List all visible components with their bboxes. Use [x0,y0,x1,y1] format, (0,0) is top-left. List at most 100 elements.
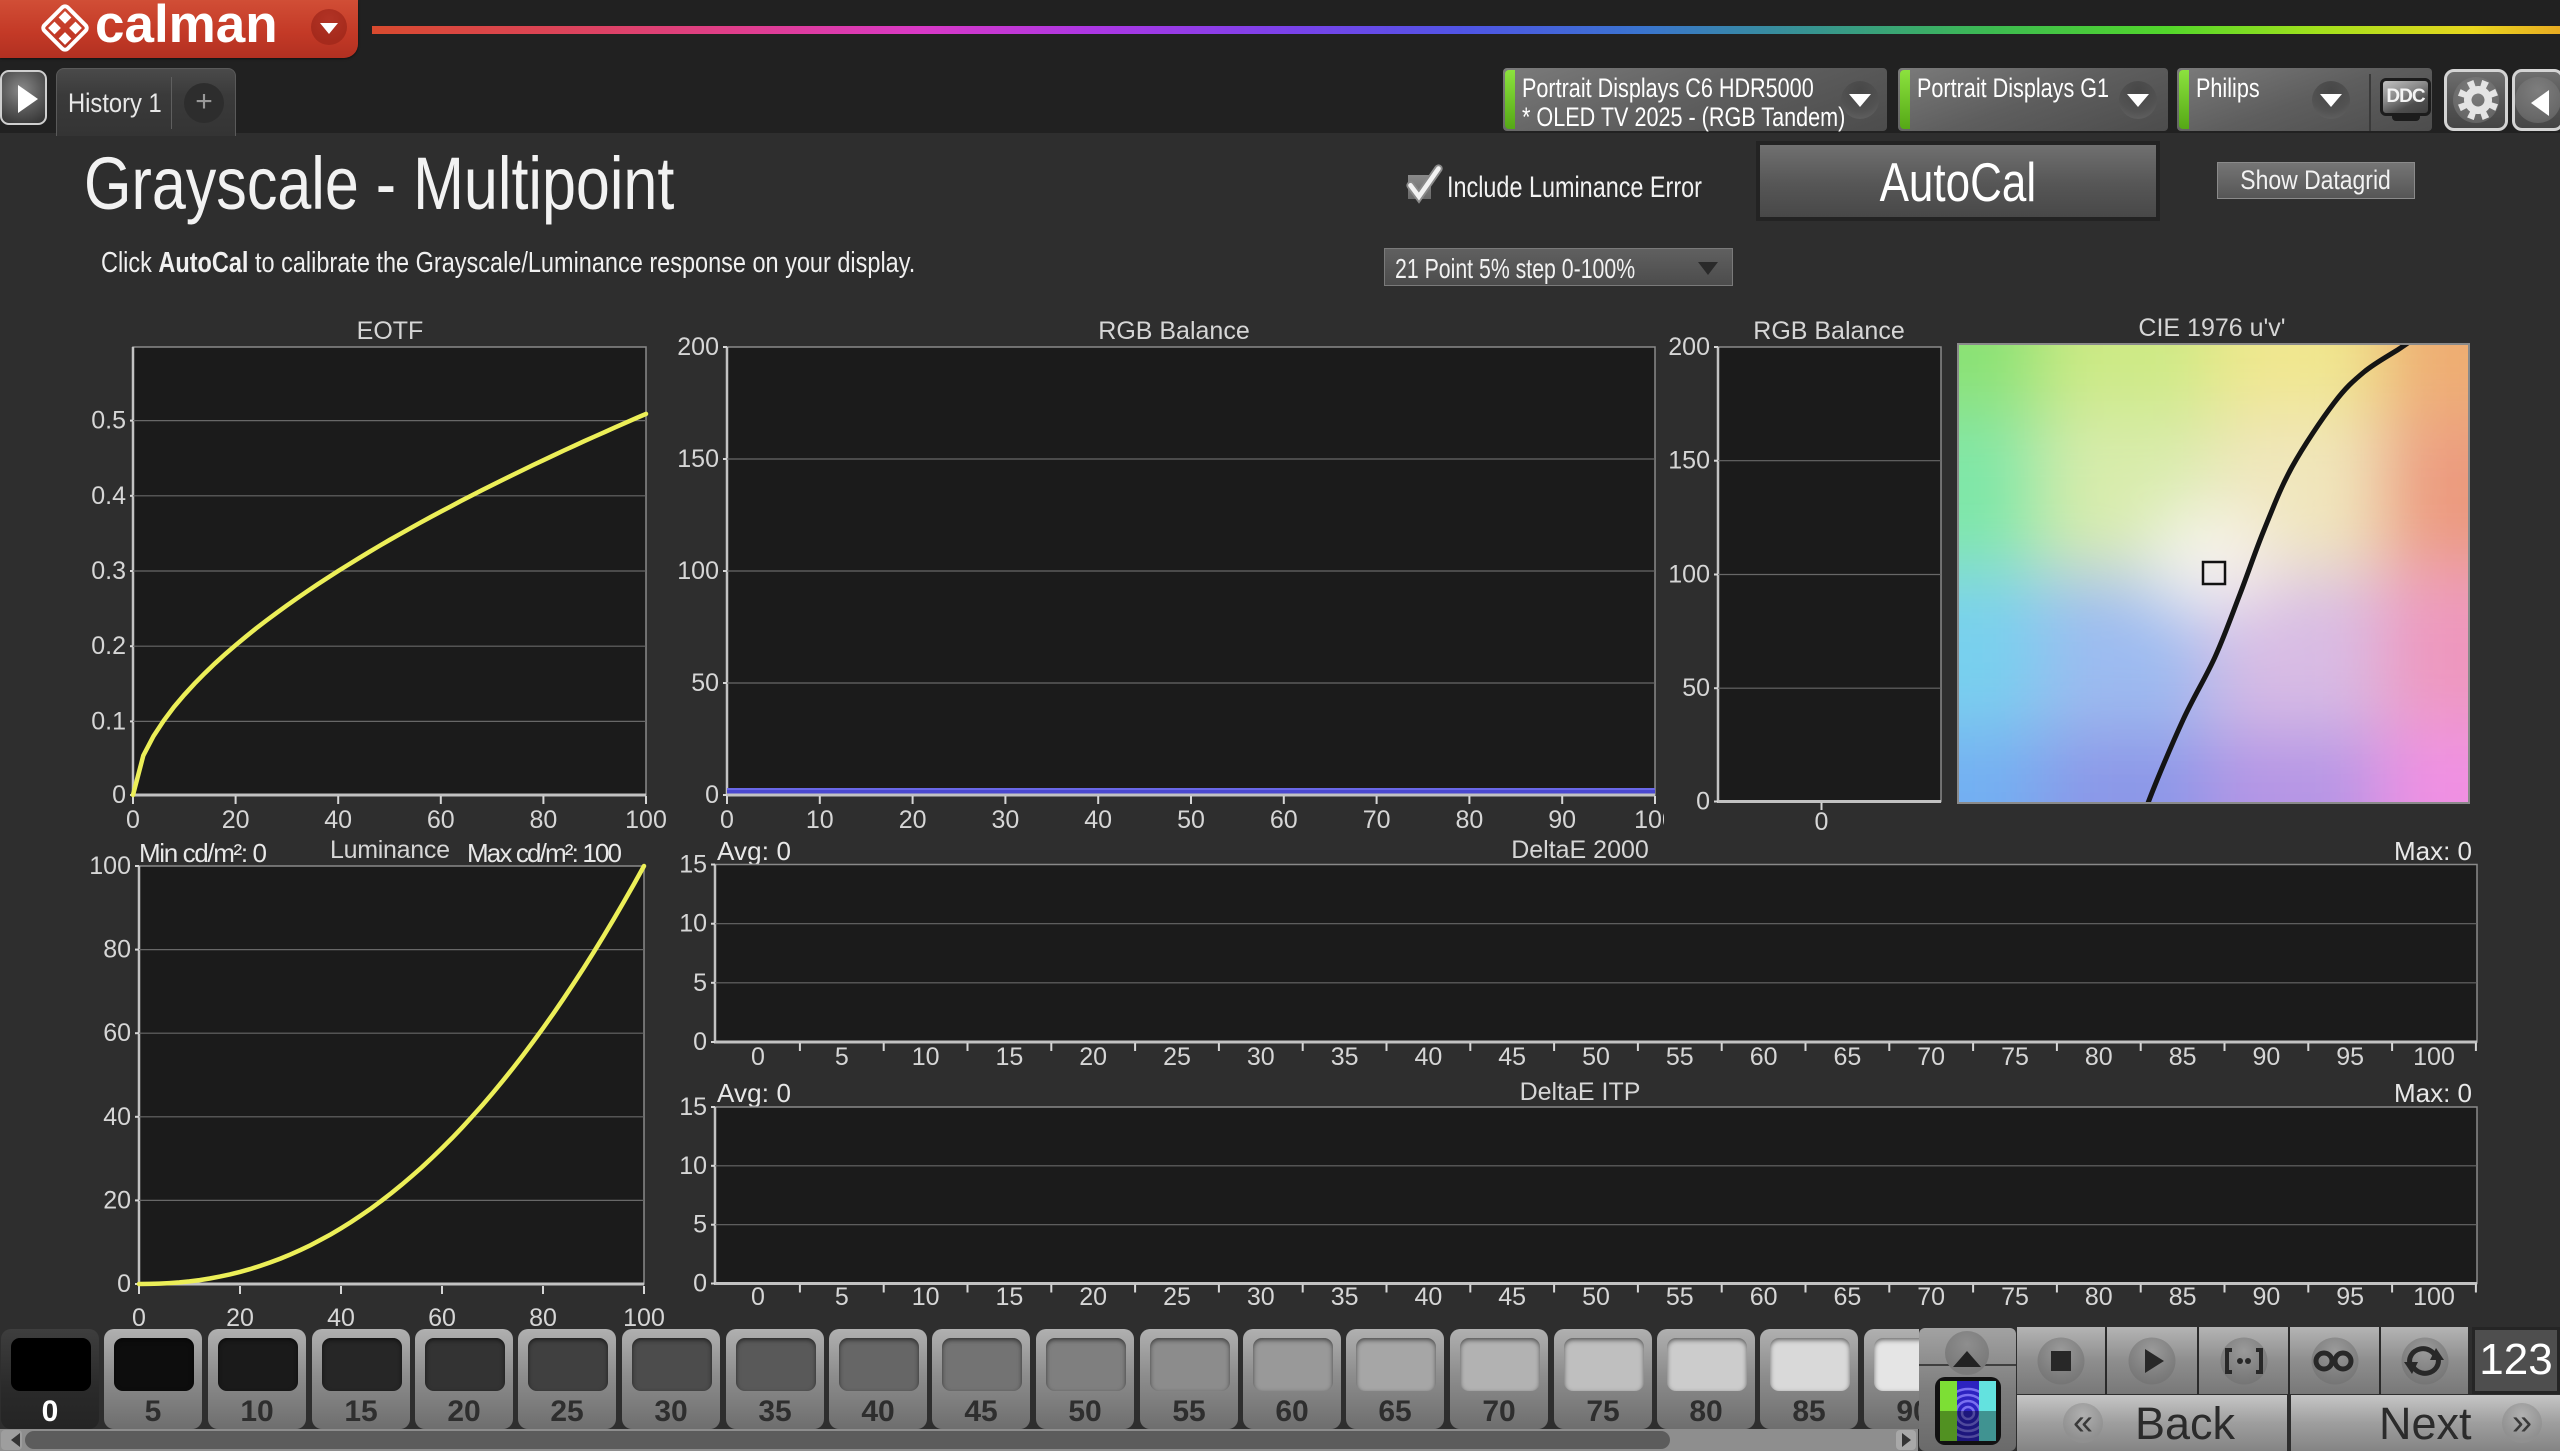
svg-text:90: 90 [2252,1043,2280,1071]
svg-text:0.5: 0.5 [91,407,126,435]
svg-text:30: 30 [991,806,1019,834]
svg-text:DeltaE ITP: DeltaE ITP [1520,1078,1641,1106]
svg-text:10: 10 [912,1283,940,1311]
svg-text:0.2: 0.2 [91,632,126,660]
svg-text:40: 40 [324,806,352,834]
svg-text:15: 15 [679,851,707,879]
svg-text:55: 55 [1666,1283,1694,1311]
svg-text:5: 5 [835,1043,849,1071]
svg-text:0: 0 [693,1028,707,1056]
svg-text:95: 95 [2336,1043,2364,1071]
svg-text:10: 10 [806,806,834,834]
svg-text:0: 0 [751,1283,765,1311]
svg-text:100: 100 [625,806,667,834]
svg-text:150: 150 [1668,447,1710,475]
svg-text:80: 80 [1455,806,1483,834]
svg-text:0.4: 0.4 [91,482,126,510]
svg-text:60: 60 [1750,1043,1778,1071]
svg-text:70: 70 [1363,806,1391,834]
svg-text:50: 50 [691,669,719,697]
svg-text:0: 0 [693,1270,707,1298]
svg-text:CIE 1976 u'v': CIE 1976 u'v' [2138,314,2285,342]
svg-text:60: 60 [1270,806,1298,834]
svg-text:20: 20 [1079,1283,1107,1311]
svg-text:10: 10 [679,1152,707,1180]
svg-text:10: 10 [679,910,707,938]
svg-text:15: 15 [679,1093,707,1121]
svg-text:35: 35 [1331,1283,1359,1311]
svg-text:0.1: 0.1 [91,707,126,735]
svg-text:100: 100 [2413,1283,2455,1311]
svg-text:25: 25 [1163,1043,1191,1071]
svg-text:200: 200 [1668,333,1710,361]
svg-text:80: 80 [529,806,557,834]
svg-text:5: 5 [835,1283,849,1311]
svg-text:65: 65 [1833,1043,1861,1071]
svg-text:0: 0 [751,1043,765,1071]
svg-text:5: 5 [693,1211,707,1239]
svg-text:0: 0 [1696,788,1710,816]
svg-text:20: 20 [103,1186,131,1214]
svg-text:40: 40 [103,1103,131,1131]
svg-text:40: 40 [1084,806,1112,834]
svg-text:RGB Balance: RGB Balance [1098,317,1249,345]
svg-text:45: 45 [1498,1043,1526,1071]
svg-text:75: 75 [2001,1043,2029,1071]
svg-text:80: 80 [2085,1283,2113,1311]
svg-text:100: 100 [1668,561,1710,589]
svg-text:40: 40 [1414,1043,1442,1071]
svg-text:20: 20 [222,806,250,834]
svg-text:55: 55 [1666,1043,1694,1071]
svg-text:60: 60 [1750,1283,1778,1311]
svg-text:Min cd/m²: 0: Min cd/m²: 0 [139,838,267,868]
svg-text:200: 200 [677,333,719,361]
svg-text:Avg: 0: Avg: 0 [717,836,791,866]
svg-text:150: 150 [677,445,719,473]
svg-text:Avg: 0: Avg: 0 [717,1078,791,1108]
svg-text:0: 0 [1815,808,1829,836]
svg-text:95: 95 [2336,1283,2364,1311]
svg-text:Max: 0: Max: 0 [2394,1078,2472,1108]
svg-text:0: 0 [112,781,126,809]
svg-text:50: 50 [1682,674,1710,702]
svg-text:30: 30 [1247,1043,1275,1071]
svg-text:Max: 0: Max: 0 [2394,836,2472,866]
svg-text:30: 30 [1247,1283,1275,1311]
svg-text:90: 90 [2252,1283,2280,1311]
svg-text:15: 15 [995,1043,1023,1071]
svg-text:0: 0 [720,806,734,834]
svg-text:75: 75 [2001,1283,2029,1311]
svg-text:15: 15 [995,1283,1023,1311]
svg-text:0: 0 [117,1270,131,1298]
svg-text:45: 45 [1498,1283,1526,1311]
svg-text:20: 20 [899,806,927,834]
svg-text:0: 0 [705,781,719,809]
svg-text:90: 90 [1548,806,1576,834]
svg-text:85: 85 [2169,1043,2197,1071]
svg-text:80: 80 [103,936,131,964]
svg-text:DeltaE 2000: DeltaE 2000 [1511,836,1649,864]
svg-text:100: 100 [89,852,131,880]
svg-text:60: 60 [427,806,455,834]
svg-text:5: 5 [693,969,707,997]
svg-text:50: 50 [1582,1043,1610,1071]
svg-text:65: 65 [1833,1283,1861,1311]
svg-text:70: 70 [1917,1283,1945,1311]
svg-text:40: 40 [1414,1283,1442,1311]
svg-text:50: 50 [1582,1283,1610,1311]
svg-text:70: 70 [1917,1043,1945,1071]
svg-text:50: 50 [1177,806,1205,834]
svg-text:0: 0 [126,806,140,834]
svg-text:80: 80 [2085,1043,2113,1071]
svg-text:25: 25 [1163,1283,1191,1311]
svg-text:Max cd/m²: 100: Max cd/m²: 100 [467,838,622,868]
svg-text:Luminance: Luminance [330,836,450,864]
svg-text:35: 35 [1331,1043,1359,1071]
svg-text:20: 20 [1079,1043,1107,1071]
svg-text:60: 60 [103,1019,131,1047]
svg-text:RGB Balance: RGB Balance [1753,317,1904,345]
svg-text:100: 100 [677,557,719,585]
svg-text:85: 85 [2169,1283,2197,1311]
svg-text:100: 100 [2413,1043,2455,1071]
svg-text:0.3: 0.3 [91,557,126,585]
